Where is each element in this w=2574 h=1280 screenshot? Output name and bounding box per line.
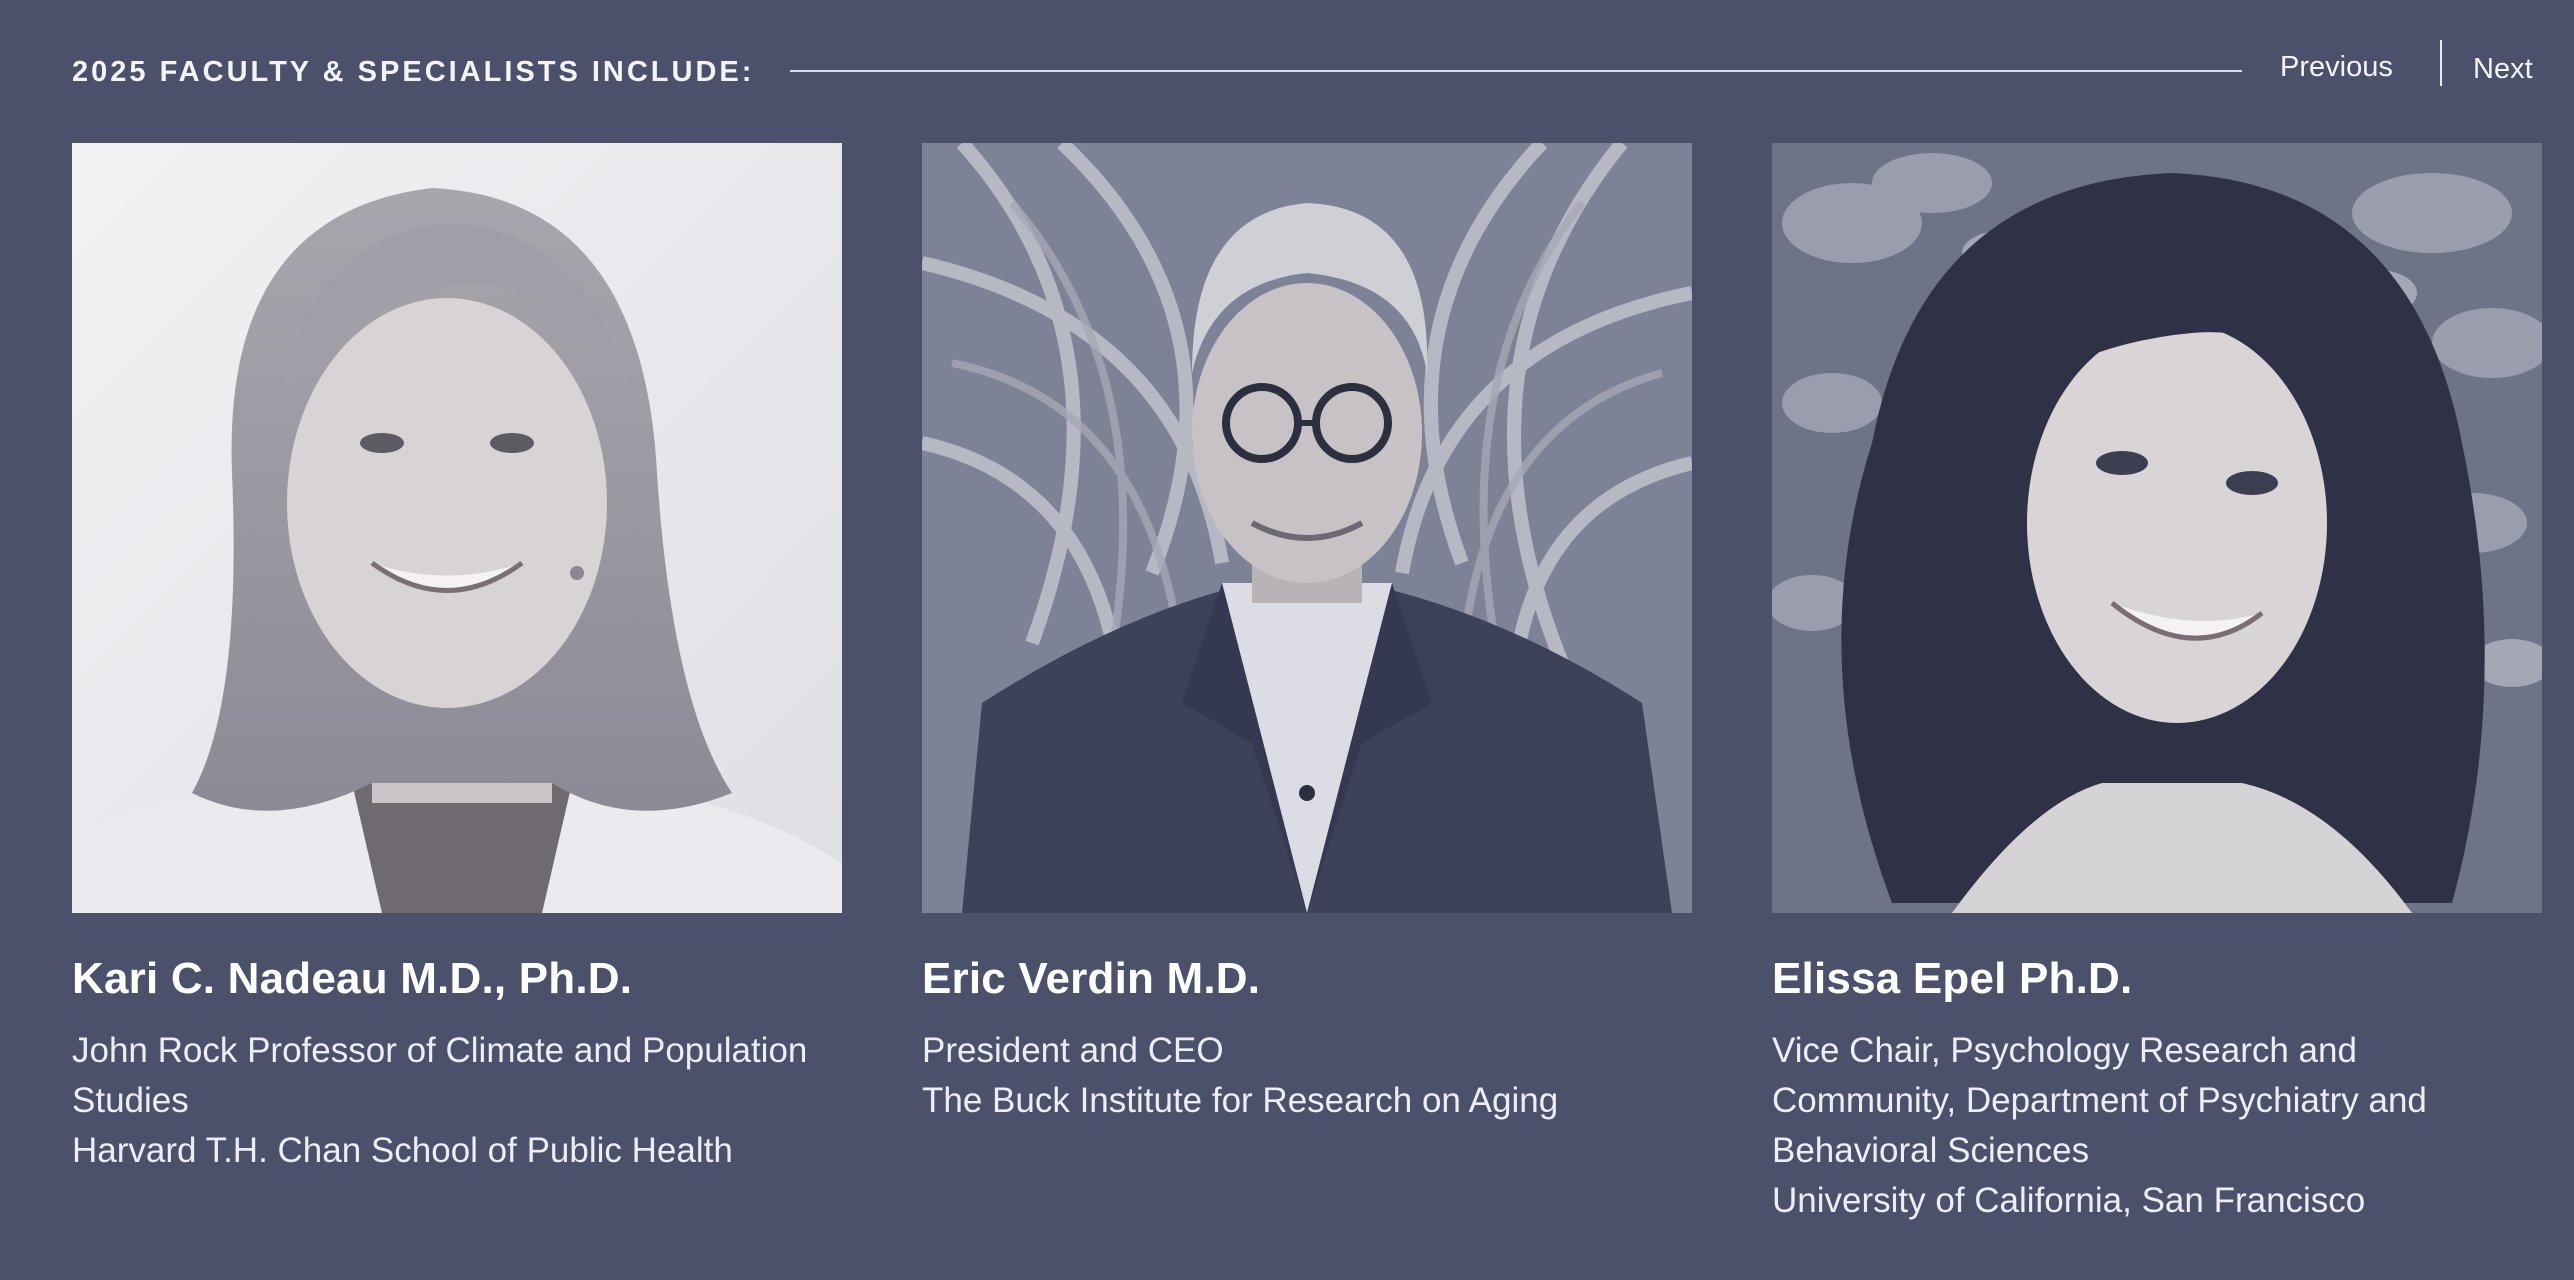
faculty-card: Elissa Epel Ph.D. Vice Chair, Psychology… [1772,143,2542,1226]
faculty-title: President and CEO [922,1030,1224,1070]
faculty-name: Eric Verdin M.D. [922,954,1261,1003]
faculty-card: Kari C. Nadeau M.D., Ph.D. John Rock Pro… [72,143,842,1176]
section-header: 2025 FACULTY & SPECIALISTS INCLUDE: Prev… [72,38,2542,102]
faculty-role: Vice Chair, Psychology Research and Comm… [1772,1026,2542,1226]
faculty-photo [1772,143,2542,913]
faculty-name: Elissa Epel Ph.D. [1772,954,2133,1003]
nav-separator [2440,40,2442,86]
faculty-name: Kari C. Nadeau M.D., Ph.D. [72,954,633,1003]
next-button[interactable]: Next [2473,53,2533,86]
faculty-card: Eric Verdin M.D. President and CEO The B… [922,143,1692,1126]
faculty-institution: Harvard T.H. Chan School of Public Healt… [72,1130,733,1170]
faculty-role: President and CEO The Buck Institute for… [922,1026,1692,1126]
faculty-institution: The Buck Institute for Research on Aging [922,1080,1559,1120]
faculty-institution: University of California, San Francisco [1772,1180,2366,1220]
section-title: 2025 FACULTY & SPECIALISTS INCLUDE: [72,56,755,88]
faculty-photo [72,143,842,913]
faculty-title: Vice Chair, Psychology Research and Comm… [1772,1030,2427,1170]
header-divider-line [790,70,2242,72]
faculty-title: John Rock Professor of Climate and Popul… [72,1030,808,1120]
faculty-role: John Rock Professor of Climate and Popul… [72,1026,842,1176]
faculty-photo [922,143,1692,913]
previous-button[interactable]: Previous [2280,51,2393,84]
